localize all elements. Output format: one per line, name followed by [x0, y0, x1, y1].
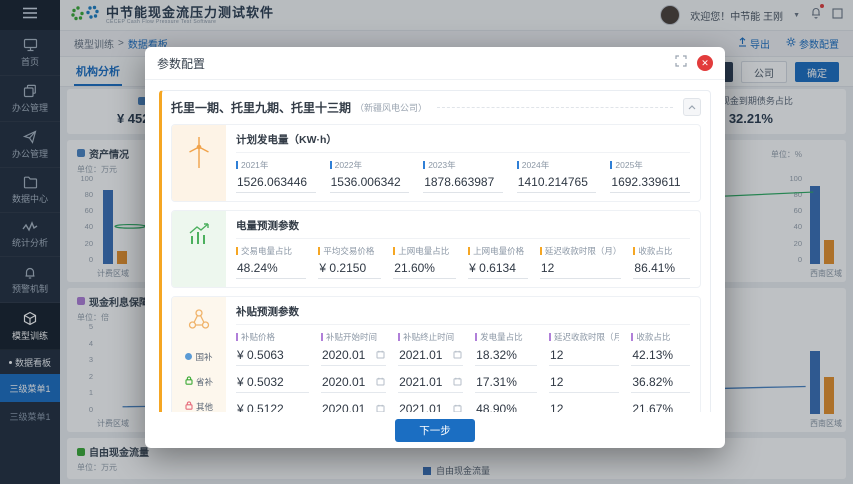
calendar-icon	[376, 375, 385, 389]
field-grid-power-ratio: 上网电量占比 21.60%	[393, 245, 456, 279]
section-company: （新疆风电公司）	[355, 101, 427, 114]
field-collection-ratio: 收款占比 86.41%	[633, 245, 690, 279]
value-input[interactable]: 48.90%	[475, 400, 537, 412]
project-section-tuoli-1-9-13: 托里一期、托里九期、托里十三期 （新疆风电公司） 计划发电量（KW·h）	[159, 90, 711, 412]
date-input[interactable]: 2021.01	[398, 400, 463, 412]
value-input[interactable]: 1410.214765	[517, 174, 597, 193]
field-delay-months: 延迟收款时限（月） 12	[540, 245, 622, 279]
value-input[interactable]: ¥ 0.5122	[236, 400, 309, 412]
expand-icon[interactable]	[675, 54, 687, 72]
calendar-icon	[453, 375, 462, 389]
value-input[interactable]: 21.67%	[631, 400, 690, 412]
field-grid-power-price: 上网电量价格 ¥ 0.6134	[468, 245, 528, 279]
date-input[interactable]: 2020.01	[321, 346, 386, 366]
row-label-other: 其他	[185, 394, 213, 412]
value-input[interactable]: 21.60%	[393, 260, 456, 279]
block-title: 计划发电量（KW·h）	[236, 129, 690, 153]
field-year-2024: 2024年 1410.214765	[517, 159, 597, 193]
value-input[interactable]: 42.13%	[631, 346, 690, 366]
field-trade-power-ratio: 交易电量占比 48.24%	[236, 245, 306, 279]
date-input[interactable]: 2021.01	[398, 373, 463, 393]
growth-chart-icon	[172, 211, 226, 287]
value-input[interactable]: 1526.063446	[236, 174, 316, 193]
dashed-divider	[437, 107, 673, 108]
modal-footer: 下一步	[145, 412, 725, 448]
block-planned-generation: 计划发电量（KW·h） 2021年 1526.063446 2022年 1536…	[171, 124, 701, 202]
value-input[interactable]: 12	[540, 260, 622, 279]
modal-header: 参数配置 ✕	[145, 47, 725, 80]
next-step-button[interactable]: 下一步	[395, 419, 475, 442]
network-icon	[186, 306, 212, 337]
modal-body: 托里一期、托里九期、托里十三期 （新疆风电公司） 计划发电量（KW·h）	[145, 80, 725, 412]
value-input[interactable]: 12	[549, 373, 619, 393]
blue-dot-icon	[185, 353, 192, 360]
subsidy-tile: 国补 省补 其他	[172, 297, 226, 412]
value-input[interactable]: ¥ 0.5032	[236, 373, 309, 393]
value-input[interactable]: 1878.663987	[423, 174, 503, 193]
collapse-toggle-button[interactable]	[683, 98, 701, 116]
close-icon[interactable]: ✕	[697, 55, 713, 71]
param-config-modal: 参数配置 ✕ 托里一期、托里九期、托里十三期 （新疆风电公司）	[145, 47, 725, 448]
section-title: 托里一期、托里九期、托里十三期	[171, 99, 351, 116]
modal-title: 参数配置	[157, 55, 205, 72]
field-year-2022: 2022年 1536.006342	[330, 159, 410, 193]
field-year-2023: 2023年 1878.663987	[423, 159, 503, 193]
value-input[interactable]: ¥ 0.2150	[318, 260, 381, 279]
pink-lock-icon	[185, 401, 193, 412]
row-label-provincial: 省补	[185, 369, 213, 394]
block-title: 补贴预测参数	[236, 301, 690, 325]
calendar-icon	[453, 402, 462, 412]
value-input[interactable]: 1692.339611	[610, 174, 690, 193]
value-input[interactable]: ¥ 0.6134	[468, 260, 528, 279]
calendar-icon	[376, 348, 385, 362]
field-year-2021: 2021年 1526.063446	[236, 159, 316, 193]
value-input[interactable]: 12	[549, 346, 619, 366]
date-input[interactable]: 2021.01	[398, 346, 463, 366]
screen: 首页 办公管理 办公管理 数据中心 统计分析 预警机制 模型训练 数据看板	[0, 0, 853, 484]
row-label-national: 国补	[185, 344, 212, 369]
calendar-icon	[453, 348, 462, 362]
value-input[interactable]: 36.82%	[631, 373, 690, 393]
value-input[interactable]: 18.32%	[475, 346, 537, 366]
field-avg-trade-price: 平均交易价格 ¥ 0.2150	[318, 245, 381, 279]
value-input[interactable]: ¥ 0.5063	[236, 346, 309, 366]
value-input[interactable]: 86.41%	[633, 260, 690, 279]
block-title: 电量预测参数	[236, 215, 690, 239]
wind-turbine-icon	[172, 125, 226, 201]
value-input[interactable]: 1536.006342	[330, 174, 410, 193]
calendar-icon	[376, 402, 385, 412]
block-power-forecast: 电量预测参数 交易电量占比 48.24% 平均交易价格 ¥ 0.2150	[171, 210, 701, 288]
block-subsidy-forecast: 国补 省补 其他 补贴预测参数	[171, 296, 701, 412]
field-year-2025: 2025年 1692.339611	[610, 159, 690, 193]
value-input[interactable]: 48.24%	[236, 260, 306, 279]
date-input[interactable]: 2020.01	[321, 373, 386, 393]
date-input[interactable]: 2020.01	[321, 400, 386, 412]
value-input[interactable]: 12	[549, 400, 619, 412]
value-input[interactable]: 17.31%	[475, 373, 537, 393]
green-lock-icon	[185, 376, 193, 387]
subsidy-table: 补贴价格 补贴开始时间 补贴终止时间 发电量占比 延迟收款时限（月） 收款占比 …	[236, 331, 690, 412]
